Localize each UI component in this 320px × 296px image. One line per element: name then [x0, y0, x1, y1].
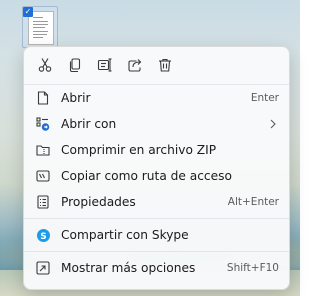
trash-icon: [157, 57, 173, 73]
scissors-icon: [37, 57, 53, 73]
shortcut-label: Alt+Enter: [227, 196, 279, 208]
open-with-icon: [35, 116, 51, 132]
path-icon: [35, 168, 51, 184]
menu-item-open-with[interactable]: Abrir con: [28, 111, 287, 137]
checkbox-checked-icon[interactable]: ✓: [23, 7, 33, 17]
skype-icon: S: [35, 227, 51, 243]
delete-button[interactable]: [152, 54, 178, 76]
selected-file-icon[interactable]: ✓: [22, 6, 58, 48]
menu-item-label: Propiedades: [61, 195, 136, 209]
cut-button[interactable]: [32, 54, 58, 76]
quick-actions-bar: [24, 47, 289, 81]
menu-separator: [24, 251, 289, 252]
menu-item-open[interactable]: Abrir Enter: [28, 85, 287, 111]
menu-item-label: Compartir con Skype: [61, 228, 189, 242]
document-icon: [35, 90, 51, 106]
menu-item-compress-zip[interactable]: Comprimir en archivo ZIP: [28, 137, 287, 163]
shortcut-label: Enter: [250, 92, 279, 104]
menu-item-label: Mostrar más opciones: [61, 261, 196, 275]
share-button[interactable]: [122, 54, 148, 76]
menu-item-label: Comprimir en archivo ZIP: [61, 143, 217, 157]
menu-item-label: Abrir con: [61, 117, 117, 131]
menu-item-properties[interactable]: Propiedades Alt+Enter: [28, 189, 287, 215]
context-menu: Abrir Enter Abrir con Comprimir en archi…: [23, 46, 290, 290]
menu-item-label: Abrir: [61, 91, 91, 105]
menu-item-label: Copiar como ruta de acceso: [61, 169, 232, 183]
properties-icon: [35, 194, 51, 210]
shortcut-label: Shift+F10: [226, 262, 279, 274]
rename-button[interactable]: [92, 54, 118, 76]
copy-button[interactable]: [62, 54, 88, 76]
share-icon: [127, 57, 143, 73]
menu-separator: [24, 218, 289, 219]
copy-icon: [67, 57, 83, 73]
chevron-right-icon: [269, 118, 277, 130]
zip-folder-icon: [35, 142, 51, 158]
more-options-icon: [35, 260, 51, 276]
menu-item-more-options[interactable]: Mostrar más opciones Shift+F10: [28, 255, 287, 281]
svg-text:S: S: [40, 232, 46, 242]
menu-item-copy-path[interactable]: Copiar como ruta de acceso: [28, 163, 287, 189]
rename-icon: [97, 57, 113, 73]
menu-item-share-skype[interactable]: S Compartir con Skype: [28, 222, 287, 248]
